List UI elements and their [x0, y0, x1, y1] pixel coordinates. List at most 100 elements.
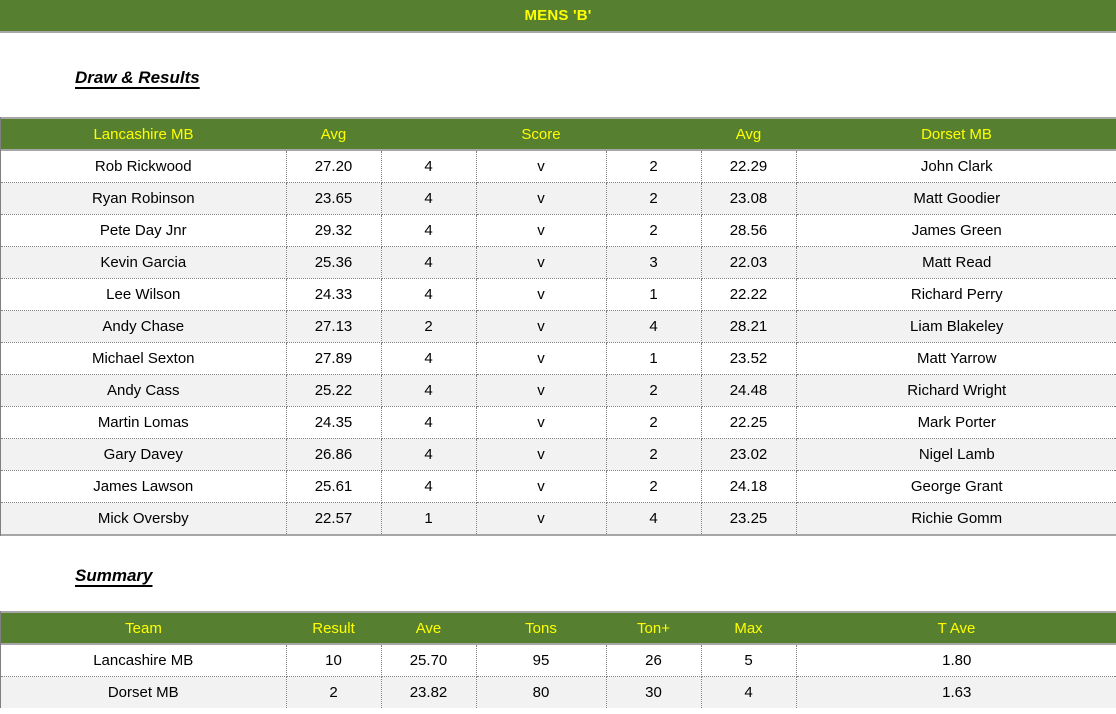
result-cell-away_score: 4: [606, 502, 702, 536]
result-cell-home_score: 4: [381, 374, 477, 407]
result-cell-away_avg: 23.02: [701, 438, 797, 471]
result-cell-home_player: Lee Wilson: [1, 278, 287, 311]
result-cell-away_score: 1: [606, 342, 702, 375]
result-cell-away_score: 2: [606, 470, 702, 503]
draw-results-table-head: Lancashire MB Avg Score Avg Dorset MB: [1, 117, 1116, 151]
summary-cell-tons: 95: [476, 644, 607, 677]
result-cell-away_avg: 22.29: [701, 150, 797, 183]
result-cell-home_avg: 27.13: [286, 310, 382, 343]
column-header-score: Score: [476, 117, 606, 151]
result-cell-home_score: 4: [381, 278, 477, 311]
result-cell-home_avg: 29.32: [286, 214, 382, 247]
result-cell-away_avg: 23.08: [701, 182, 797, 215]
result-cell-vs: v: [476, 214, 607, 247]
table-row: Pete Day Jnr 29.32 4 v 2 28.56 James Green: [1, 214, 1116, 247]
result-cell-vs: v: [476, 278, 607, 311]
result-cell-vs: v: [476, 406, 607, 439]
result-cell-home_player: Martin Lomas: [1, 406, 287, 439]
table-row: Gary Davey 26.86 4 v 2 23.02 Nigel Lamb: [1, 438, 1116, 471]
result-cell-home_player: Michael Sexton: [1, 342, 287, 375]
result-cell-home_score: 4: [381, 342, 477, 375]
table-row: Andy Chase 27.13 2 v 4 28.21 Liam Blakeley: [1, 310, 1116, 343]
column-header-tons: Tons: [476, 611, 606, 645]
result-cell-home_score: 4: [381, 438, 477, 471]
result-cell-away_player: Richie Gomm: [796, 502, 1116, 536]
result-cell-home_score: 2: [381, 310, 477, 343]
result-cell-away_player: Matt Yarrow: [796, 342, 1116, 375]
result-cell-away_avg: 24.48: [701, 374, 797, 407]
summary-heading: Summary: [75, 566, 153, 585]
result-cell-away_score: 2: [606, 182, 702, 215]
table-row: Michael Sexton 27.89 4 v 1 23.52 Matt Yarrow: [1, 342, 1116, 375]
result-cell-vs: v: [476, 502, 607, 536]
column-header-result: Result: [286, 611, 381, 645]
table-row: Martin Lomas 24.35 4 v 2 22.25 Mark Porter: [1, 406, 1116, 439]
column-header-home-score: [381, 117, 476, 151]
table-row: James Lawson 25.61 4 v 2 24.18 George Grant: [1, 470, 1116, 503]
result-cell-away_player: John Clark: [796, 150, 1116, 183]
draw-results-table-wrapper: Lancashire MB Avg Score Avg Dorset MB Ro…: [0, 117, 1116, 536]
result-cell-away_avg: 22.25: [701, 406, 797, 439]
summary-cell-t_ave: 1.63: [796, 676, 1116, 708]
result-cell-home_avg: 24.33: [286, 278, 382, 311]
result-cell-away_score: 2: [606, 150, 702, 183]
result-cell-home_score: 4: [381, 246, 477, 279]
result-cell-away_player: George Grant: [796, 470, 1116, 503]
result-cell-home_score: 4: [381, 182, 477, 215]
result-cell-away_player: Nigel Lamb: [796, 438, 1116, 471]
result-cell-away_score: 2: [606, 374, 702, 407]
summary-cell-result: 2: [286, 676, 382, 708]
result-cell-home_player: Ryan Robinson: [1, 182, 287, 215]
result-cell-home_score: 1: [381, 502, 477, 536]
page-title-banner: MENS 'B': [0, 0, 1116, 33]
table-row: Kevin Garcia 25.36 4 v 3 22.03 Matt Read: [1, 246, 1116, 279]
draw-results-heading: Draw & Results: [75, 68, 200, 87]
result-cell-vs: v: [476, 182, 607, 215]
summary-cell-result: 10: [286, 644, 382, 677]
result-cell-away_avg: 28.56: [701, 214, 797, 247]
summary-cell-tons: 80: [476, 676, 607, 708]
result-cell-away_player: Matt Goodier: [796, 182, 1116, 215]
result-cell-away_player: Mark Porter: [796, 406, 1116, 439]
column-header-away-team: Dorset MB: [796, 117, 1116, 151]
table-row: Lee Wilson 24.33 4 v 1 22.22 Richard Perry: [1, 278, 1116, 311]
result-cell-away_avg: 23.25: [701, 502, 797, 536]
result-cell-away_score: 2: [606, 214, 702, 247]
result-cell-home_avg: 27.89: [286, 342, 382, 375]
result-cell-vs: v: [476, 310, 607, 343]
result-cell-away_score: 1: [606, 278, 702, 311]
result-cell-home_avg: 25.36: [286, 246, 382, 279]
result-cell-vs: v: [476, 246, 607, 279]
summary-cell-t_ave: 1.80: [796, 644, 1116, 677]
summary-cell-ave: 23.82: [381, 676, 477, 708]
result-cell-home_player: Andy Chase: [1, 310, 287, 343]
result-cell-away_avg: 22.03: [701, 246, 797, 279]
column-header-ton-plus: Ton+: [606, 611, 701, 645]
result-cell-home_player: Pete Day Jnr: [1, 214, 287, 247]
result-cell-away_player: Richard Perry: [796, 278, 1116, 311]
table-header-row: Lancashire MB Avg Score Avg Dorset MB: [1, 117, 1116, 151]
result-cell-home_avg: 24.35: [286, 406, 382, 439]
column-header-away-avg: Avg: [701, 117, 796, 151]
result-cell-home_avg: 25.61: [286, 470, 382, 503]
column-header-home-team: Lancashire MB: [1, 117, 286, 151]
column-header-team: Team: [1, 611, 286, 645]
draw-results-table-body: Rob Rickwood 27.20 4 v 2 22.29 John Clark Ryan …: [1, 150, 1116, 536]
result-cell-away_player: Liam Blakeley: [796, 310, 1116, 343]
result-cell-away_score: 2: [606, 406, 702, 439]
result-cell-vs: v: [476, 470, 607, 503]
result-cell-away_score: 3: [606, 246, 702, 279]
result-cell-home_player: Mick Oversby: [1, 502, 287, 536]
result-cell-home_avg: 26.86: [286, 438, 382, 471]
result-cell-home_score: 4: [381, 214, 477, 247]
summary-cell-ave: 25.70: [381, 644, 477, 677]
table-row: Lancashire MB 10 25.70 95 26 5 1.80: [1, 644, 1116, 677]
table-row: Dorset MB 2 23.82 80 30 4 1.63: [1, 676, 1116, 708]
result-cell-home_score: 4: [381, 406, 477, 439]
result-cell-away_avg: 24.18: [701, 470, 797, 503]
column-header-away-score: [606, 117, 701, 151]
table-row: Andy Cass 25.22 4 v 2 24.48 Richard Wright: [1, 374, 1116, 407]
result-cell-home_player: James Lawson: [1, 470, 287, 503]
result-cell-home_avg: 23.65: [286, 182, 382, 215]
summary-header-row: Team Result Ave Tons Ton+ Max T Ave: [1, 611, 1116, 645]
